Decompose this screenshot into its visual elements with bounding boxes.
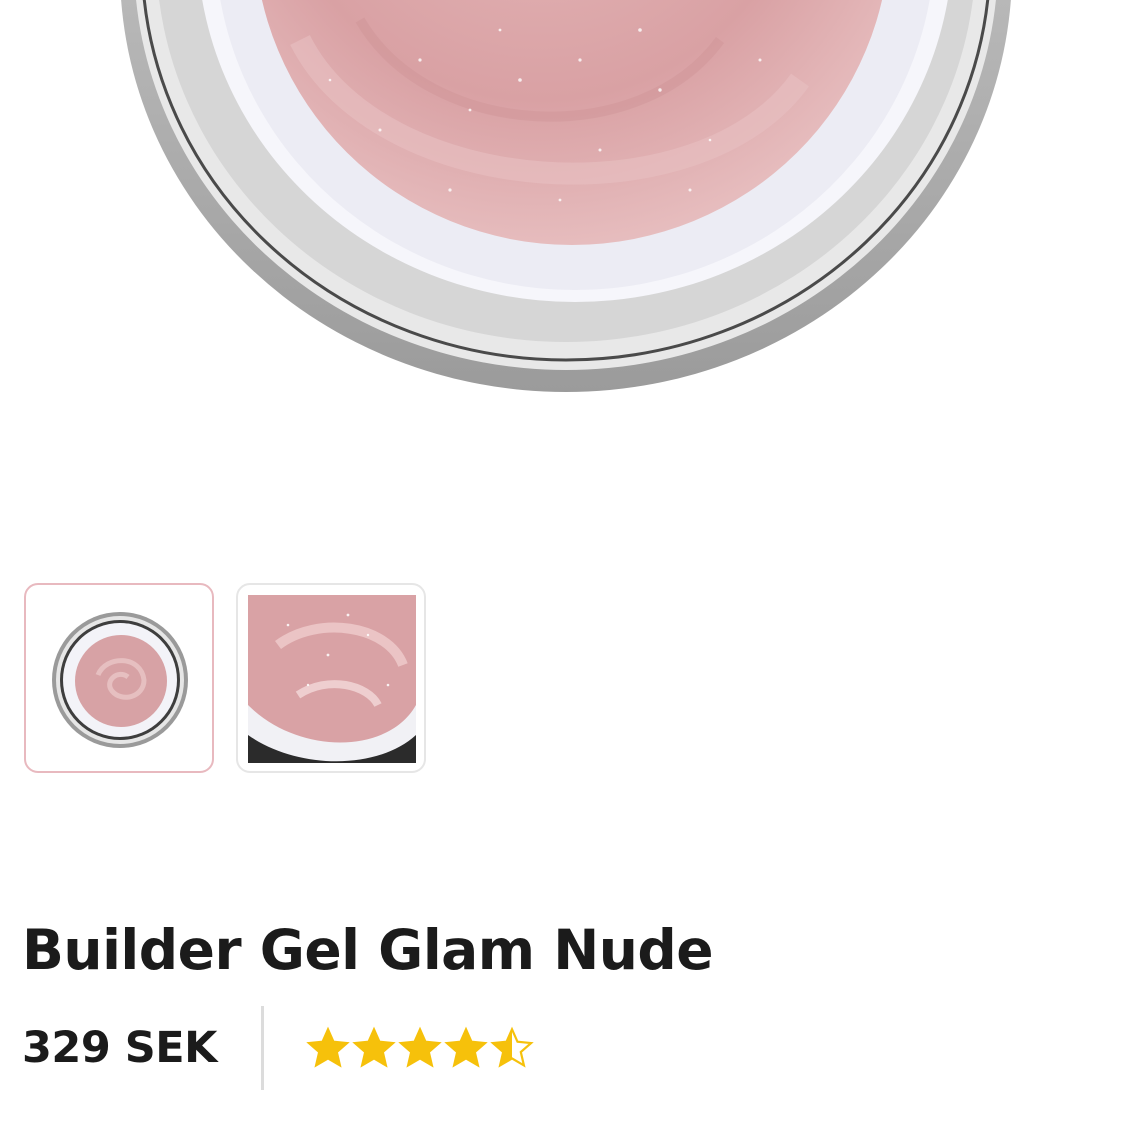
rating-stars[interactable] <box>306 1026 534 1070</box>
thumbnail-jar-top-view[interactable] <box>24 583 214 773</box>
product-meta: 329 SEK <box>22 1006 534 1090</box>
meta-divider <box>260 1006 264 1090</box>
product-title: Builder Gel Glam Nude <box>22 918 714 982</box>
star-half-icon <box>490 1026 534 1068</box>
star-full-icon <box>398 1026 442 1068</box>
star-full-icon <box>352 1026 396 1068</box>
star-full-icon <box>306 1026 350 1068</box>
thumbnail-gallery <box>24 583 426 773</box>
thumbnail-gel-closeup[interactable] <box>236 583 426 773</box>
star-full-icon <box>444 1026 488 1068</box>
product-main-image[interactable] <box>0 0 1125 430</box>
product-price: 329 SEK <box>22 1023 217 1073</box>
product-page: Builder Gel Glam Nude 329 SEK <box>0 0 1125 1125</box>
